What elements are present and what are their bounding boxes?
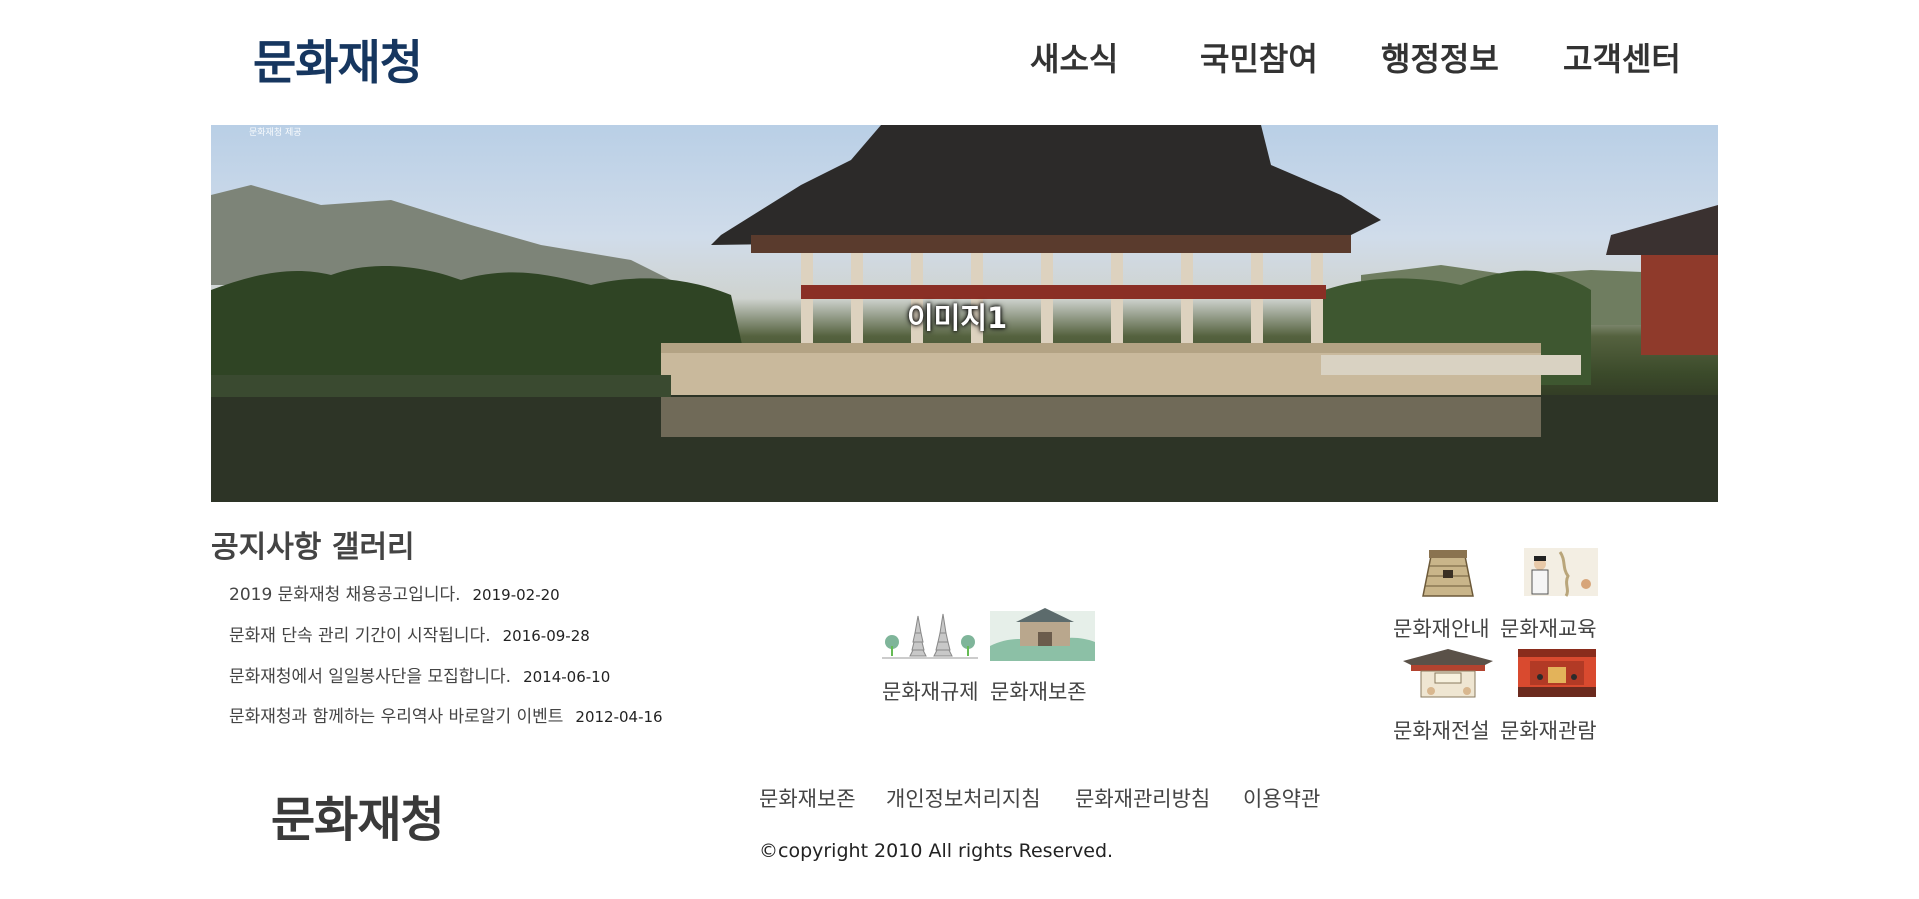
notice-item[interactable]: 문화재청과 함께하는 우리역사 바로알기 이벤트 2012-04-16 <box>229 702 663 727</box>
notice-item[interactable]: 문화재 단속 관리 기간이 시작됩니다. 2016-09-28 <box>229 621 590 646</box>
notice-date: 2016-09-28 <box>502 627 590 645</box>
tile-guide[interactable]: 문화재안내 <box>1393 546 1503 641</box>
footer-link-management-policy[interactable]: 문화재관리방침 <box>1075 783 1210 813</box>
nav-participation[interactable]: 국민참여 <box>1200 34 1318 80</box>
tile-label: 문화재안내 <box>1393 617 1490 641</box>
tile-label: 문화재보존 <box>990 680 1087 704</box>
tile-visit[interactable]: 문화재관람 <box>1500 647 1610 743</box>
hero-label: 이미지1 <box>907 301 1008 335</box>
site-logo[interactable]: 문화재청 <box>253 24 423 93</box>
footer-link-preservation[interactable]: 문화재보존 <box>759 783 856 813</box>
tile-education[interactable]: 문화재교육 <box>1500 546 1610 641</box>
hall-interior-icon <box>1518 649 1596 697</box>
notice-title: 2019 문화재청 채용공고입니다. <box>229 585 461 605</box>
footer-logo[interactable]: 문화재청 <box>271 780 445 850</box>
fortress-gate-icon <box>990 608 1095 661</box>
palace-gate-icon <box>1403 649 1493 698</box>
notice-item[interactable]: 2019 문화재청 채용공고입니다. 2019-02-20 <box>229 580 560 605</box>
tile-regulation[interactable]: 문화재규제 <box>880 606 980 704</box>
nav-admin-info[interactable]: 행정정보 <box>1381 34 1499 80</box>
notice-title: 문화재청과 함께하는 우리역사 바로알기 이벤트 <box>229 707 564 727</box>
notice-date: 2019-02-20 <box>472 586 560 604</box>
nav-customer-center[interactable]: 고객센터 <box>1563 34 1681 80</box>
observatory-icon <box>1422 550 1474 597</box>
pagoda-icon <box>882 613 978 659</box>
tile-preservation[interactable]: 문화재보존 <box>990 606 1095 704</box>
nav-news[interactable]: 새소식 <box>1030 34 1118 80</box>
copyright-text: ©copyright 2010 All rights Reserved. <box>759 840 1114 862</box>
notice-gallery-tabs[interactable]: 공지사항 갤러리 <box>211 522 415 566</box>
footer-link-terms[interactable]: 이용약관 <box>1243 783 1320 813</box>
notice-date: 2014-06-10 <box>523 668 611 686</box>
notice-date: 2012-04-16 <box>575 708 663 726</box>
tile-legend[interactable]: 문화재전설 <box>1393 647 1503 743</box>
footer-link-privacy[interactable]: 개인정보처리지침 <box>886 783 1041 813</box>
notice-title: 문화재청에서 일일봉사단을 모집합니다. <box>229 667 512 687</box>
hero-banner[interactable]: 문화재청 제공 이미지1 <box>211 125 1718 502</box>
tile-label: 문화재관람 <box>1500 719 1597 743</box>
notice-title: 문화재 단속 관리 기간이 시작됩니다. <box>229 626 491 646</box>
tile-label: 문화재전설 <box>1393 719 1490 743</box>
notice-item[interactable]: 문화재청에서 일일봉사단을 모집합니다. 2014-06-10 <box>229 662 610 687</box>
tile-label: 문화재교육 <box>1500 617 1597 641</box>
hero-caption: 문화재청 제공 <box>249 128 302 138</box>
tile-label: 문화재규제 <box>882 680 979 704</box>
scholar-map-icon <box>1524 548 1598 597</box>
